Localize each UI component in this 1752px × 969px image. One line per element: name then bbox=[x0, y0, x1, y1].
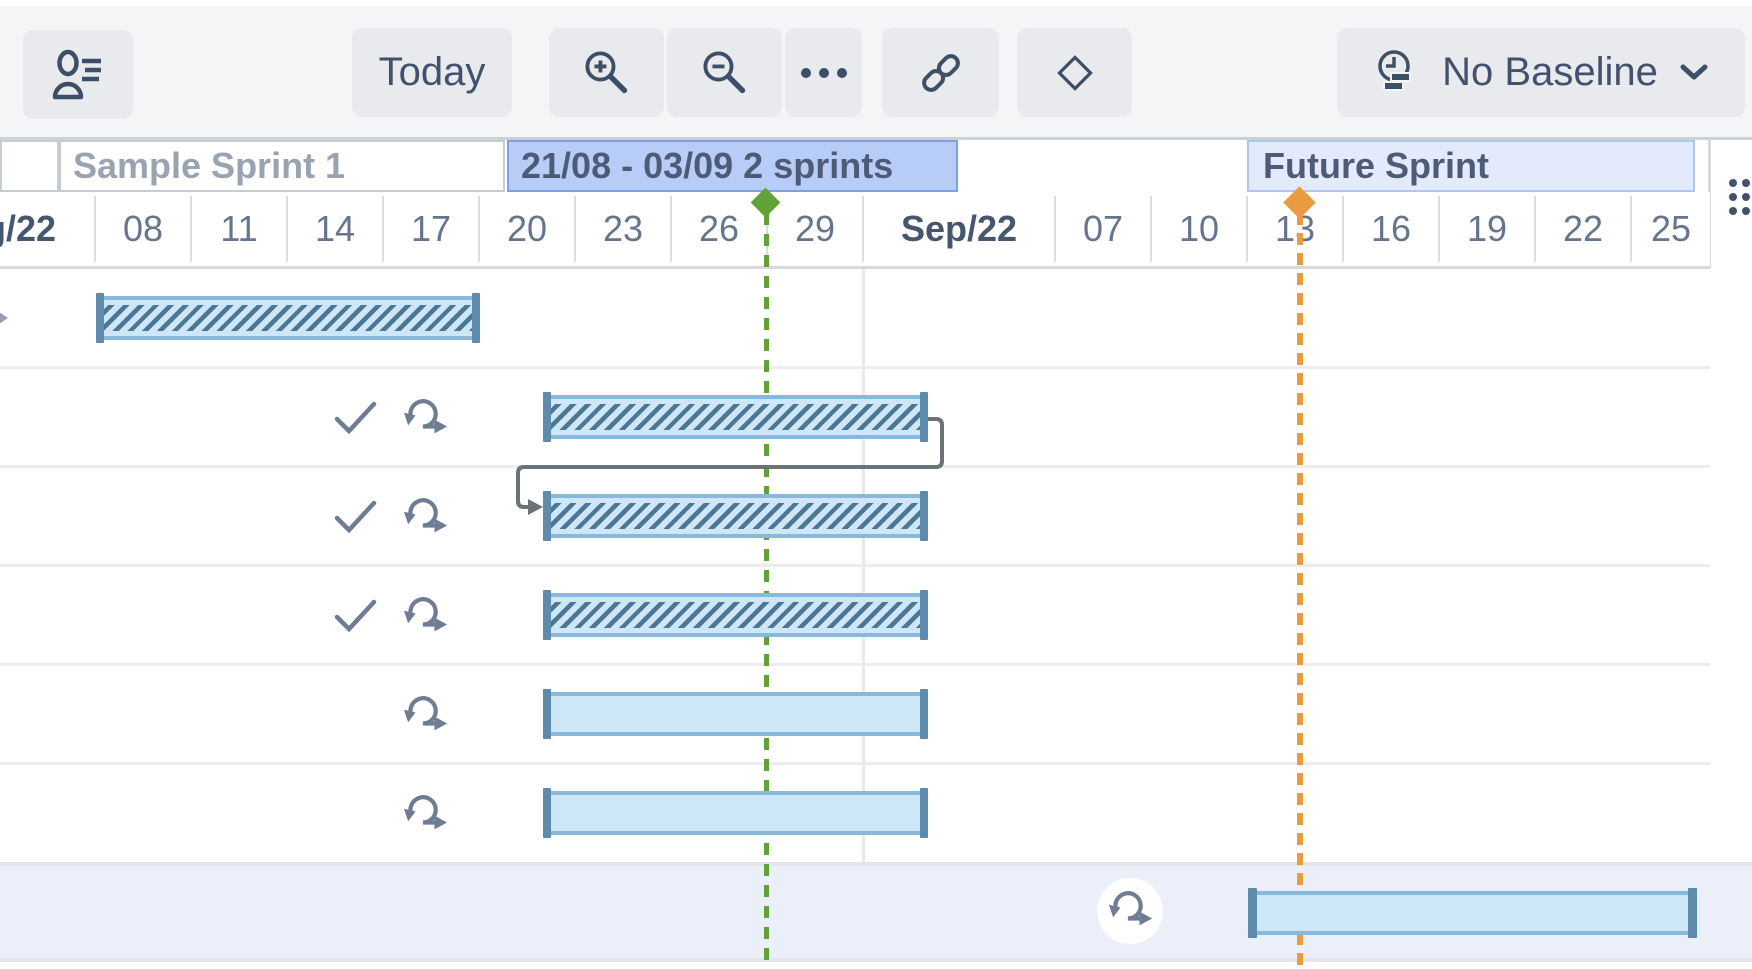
sprint-cell-active[interactable]: 21/08 - 03/09 2 sprints bbox=[507, 140, 958, 192]
timeline-tick: 25 bbox=[1630, 196, 1710, 262]
today-button-label: Today bbox=[379, 50, 486, 95]
more-button[interactable] bbox=[785, 28, 862, 117]
task-bar[interactable] bbox=[543, 788, 928, 838]
baseline-select[interactable]: No Baseline bbox=[1337, 28, 1745, 117]
assignees-button[interactable] bbox=[23, 30, 133, 119]
chevron-down-icon bbox=[1680, 64, 1708, 81]
task-bar[interactable] bbox=[96, 293, 480, 343]
future-sprint-label: Future Sprint bbox=[1263, 145, 1489, 187]
sprint-icon bbox=[400, 694, 450, 739]
sprint-cell-future[interactable]: Future Sprint bbox=[1247, 140, 1695, 192]
milestone-button[interactable] bbox=[1017, 28, 1132, 117]
task-bar[interactable] bbox=[543, 590, 928, 640]
timeline-tick: 17 bbox=[382, 196, 478, 262]
timeline-tick: 23 bbox=[574, 196, 670, 262]
baseline-icon bbox=[1374, 48, 1426, 98]
date-row-border bbox=[0, 266, 1710, 269]
timeline-tick: 26 bbox=[670, 196, 766, 262]
timeline-tick: 22 bbox=[1534, 196, 1630, 262]
row-divider bbox=[0, 762, 1710, 765]
sprint-icon bbox=[400, 397, 450, 442]
link-button[interactable] bbox=[882, 28, 999, 117]
toolbar: Today bbox=[0, 0, 1752, 137]
timeline-tick: 20 bbox=[478, 196, 574, 262]
sprint-start-marker-line bbox=[1297, 213, 1303, 969]
timeline-tick: 19 bbox=[1438, 196, 1534, 262]
row-divider bbox=[0, 564, 1710, 567]
zoom-in-icon bbox=[583, 49, 631, 97]
task-bar[interactable] bbox=[543, 689, 928, 739]
sprint-icon bbox=[400, 496, 450, 541]
progress-hatch bbox=[547, 503, 924, 529]
zoom-out-icon bbox=[701, 49, 749, 97]
progress-hatch bbox=[547, 404, 924, 430]
sprint-circle-button[interactable] bbox=[1097, 878, 1163, 944]
closed-sprint-label: Sample Sprint 1 bbox=[73, 145, 345, 187]
active-sprint-label: 21/08 - 03/09 2 sprints bbox=[521, 145, 893, 187]
link-icon bbox=[916, 48, 966, 98]
timeline-tick: 11 bbox=[190, 196, 286, 262]
timeline-tick: 14 bbox=[286, 196, 382, 262]
check-icon bbox=[334, 401, 378, 440]
task-bar[interactable] bbox=[543, 392, 928, 442]
expand-chevron-icon[interactable] bbox=[0, 309, 10, 332]
zoom-in-button[interactable] bbox=[549, 28, 664, 117]
progress-hatch bbox=[547, 602, 924, 628]
timeline-tick: 29 bbox=[766, 196, 862, 262]
baseline-select-label: No Baseline bbox=[1442, 50, 1658, 95]
check-icon bbox=[334, 500, 378, 539]
diamond-icon bbox=[1050, 48, 1100, 98]
progress-hatch bbox=[100, 305, 476, 331]
task-bar[interactable] bbox=[1248, 888, 1697, 938]
sprint-cell-empty bbox=[0, 140, 59, 192]
ellipsis-icon bbox=[798, 63, 850, 83]
timeline-tick: 08 bbox=[94, 196, 190, 262]
timeline-tick: Sep/22 bbox=[862, 196, 1054, 262]
today-button[interactable]: Today bbox=[352, 28, 512, 117]
person-list-icon bbox=[50, 49, 106, 101]
timeline-tick: 10 bbox=[1150, 196, 1246, 262]
sprint-cell-closed[interactable]: Sample Sprint 1 bbox=[59, 140, 505, 192]
row-divider bbox=[0, 366, 1710, 369]
timeline-tick: 07 bbox=[1054, 196, 1150, 262]
check-icon bbox=[334, 599, 378, 638]
gantt-app: Today bbox=[0, 0, 1752, 969]
row-divider bbox=[0, 663, 1710, 666]
drag-handle-icon[interactable] bbox=[1726, 176, 1752, 229]
task-bar[interactable] bbox=[543, 491, 928, 541]
timeline-tick: Aug/22 bbox=[0, 196, 94, 262]
sprint-icon bbox=[400, 793, 450, 838]
sprint-icon bbox=[400, 595, 450, 640]
zoom-out-button[interactable] bbox=[667, 28, 782, 117]
sprint-icon bbox=[1105, 889, 1155, 934]
timeline-tick: 16 bbox=[1342, 196, 1438, 262]
timeline-date-row: Aug/22 08 11 14 17 20 23 26 29 Sep/22 07… bbox=[0, 192, 1710, 266]
